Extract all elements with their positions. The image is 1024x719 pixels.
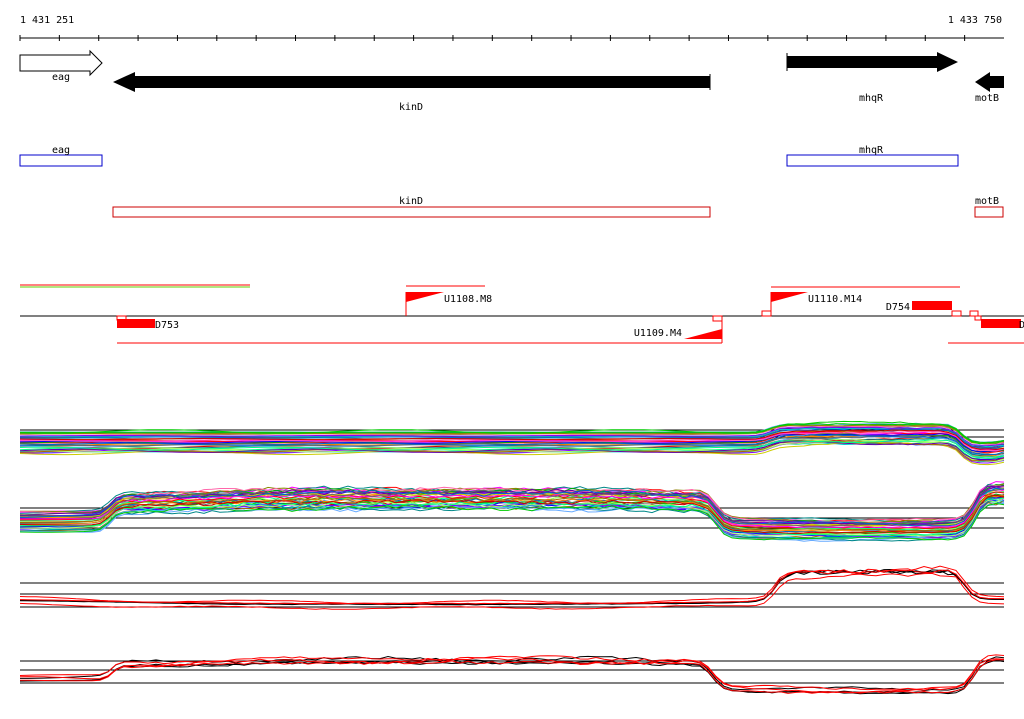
annotation-label-motB: motB <box>975 196 999 207</box>
annotation-label-mhqR: mhqR <box>859 145 884 156</box>
expression-trace <box>19 569 1004 606</box>
expression-trace <box>19 565 1005 605</box>
annotation-label-eag: eag <box>52 145 70 156</box>
expression-trace <box>20 655 1005 692</box>
feature-label-U1108: U1108.M8 <box>444 294 492 305</box>
genome-browser-view: 1 431 251 1 433 750 eag kinD mhqR motB e… <box>0 0 1024 714</box>
gene-arrow-kinD-body[interactable] <box>113 72 710 92</box>
gene-arrow-motB[interactable] <box>975 72 1004 92</box>
expression-panel-4 <box>19 654 1005 695</box>
ruler-start-label: 1 431 251 <box>20 15 74 26</box>
feature-marker-D754[interactable] <box>912 301 952 310</box>
feature-label-D754: D754 <box>886 302 910 313</box>
feature-marker-D-edge[interactable] <box>981 319 1021 328</box>
gene-label-kinD: kinD <box>399 102 423 113</box>
feature-track: U1108.M8 U1110.M14 U1109.M4 D753 D754 D <box>20 284 1024 344</box>
expression-panel-1 <box>19 420 1005 466</box>
gene-track: eag kinD mhqR motB <box>19 49 1004 113</box>
annotation-box-eag[interactable] <box>19 154 103 167</box>
gene-arrow-mhqR[interactable] <box>787 52 958 72</box>
annotation-track: eag mhqR kinD motB <box>19 145 1004 218</box>
feature-label-U1109: U1109.M4 <box>634 328 682 339</box>
annotation-box-motB[interactable] <box>974 206 1004 218</box>
expression-panel-3 <box>19 565 1005 610</box>
annotation-label-kinD: kinD <box>399 196 423 207</box>
gene-label-mhqR: mhqR <box>859 93 884 104</box>
feature-marker-U1108[interactable] <box>406 292 444 302</box>
feature-label-D-edge: D <box>1019 320 1024 331</box>
gene-label-motB: motB <box>975 93 999 104</box>
expression-panel-2 <box>19 481 1005 542</box>
feature-marker-U1109[interactable] <box>684 329 722 339</box>
feature-label-U1110: U1110.M14 <box>808 294 862 305</box>
expression-trace <box>19 569 1004 606</box>
annotation-box-kinD[interactable] <box>112 206 711 218</box>
expression-trace <box>19 654 1005 691</box>
feature-label-D753: D753 <box>155 320 179 331</box>
gene-label-eag: eag <box>52 72 70 83</box>
feature-marker-U1110[interactable] <box>771 292 808 302</box>
ruler-end-label: 1 433 750 <box>948 15 1002 26</box>
coordinate-ruler: 1 431 251 1 433 750 <box>19 15 1004 41</box>
annotation-box-mhqR[interactable] <box>786 154 959 167</box>
